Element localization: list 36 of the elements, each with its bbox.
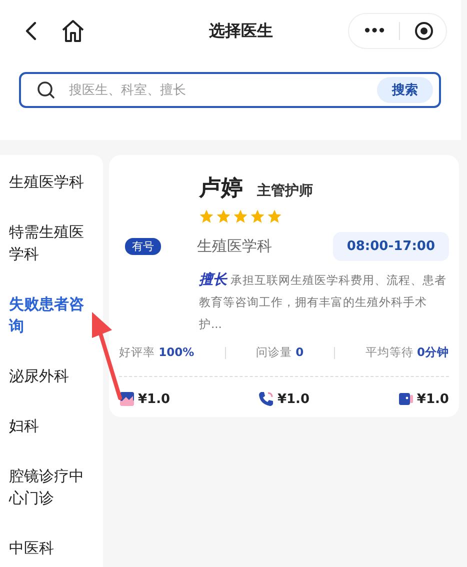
- star-icon: [216, 209, 231, 224]
- star-icon: [199, 209, 214, 224]
- department-item[interactable]: 失败患者咨询: [0, 279, 103, 351]
- star-icon: [267, 209, 282, 224]
- department-item[interactable]: 生殖医学科: [0, 157, 103, 207]
- doctor-name: 卢婷: [199, 175, 243, 203]
- search-field[interactable]: 搜医生、科室、擅长 搜索: [19, 72, 441, 108]
- star-icon: [233, 209, 248, 224]
- video-icon: [398, 391, 414, 407]
- search-icon: [37, 81, 55, 99]
- stat-text: 好评率 100%: [119, 345, 194, 360]
- search-button[interactable]: 搜索: [377, 77, 433, 103]
- more-button[interactable]: •••: [363, 24, 385, 38]
- star-icon: [250, 209, 265, 224]
- doctor-card[interactable]: 卢婷 主管护师 有号 生殖医学科 08:00-17:00 擅长 承担互联网生殖医学科费用、流程、患者教育等咨询工作，拥有丰富的生殖外科手术护... 好评率 100% 问诊量 0 平均等待 0分钟 ¥1.0 ¥1.0 ¥1.0: [109, 155, 459, 417]
- availability-badge: 有号: [125, 238, 161, 255]
- hours-tag: 08:00-17:00: [332, 232, 449, 261]
- department-item[interactable]: 泌尿外科: [0, 351, 103, 401]
- department-item[interactable]: 特需生殖医学科: [0, 207, 103, 279]
- page-title: 选择医生: [209, 20, 274, 42]
- back-icon[interactable]: [24, 21, 38, 41]
- doctor-title: 主管护师: [257, 182, 313, 200]
- department-item[interactable]: 腔镜诊疗中心门诊: [0, 451, 103, 523]
- specialty-text: 擅长 承担互联网生殖医学科费用、流程、患者教育等咨询工作，拥有丰富的生殖外科手术护...: [199, 270, 448, 333]
- image-consult-icon: [119, 391, 135, 407]
- price-text: ¥1.0: [416, 392, 449, 406]
- department-item[interactable]: 妇科: [0, 401, 103, 451]
- price-text: ¥1.0: [277, 392, 310, 406]
- stat-text: 问诊量 0: [256, 345, 304, 360]
- stat-text: 平均等待 0分钟: [365, 345, 449, 360]
- phone-icon: [258, 391, 274, 407]
- doctor-department: 生殖医学科: [197, 237, 273, 256]
- department-item[interactable]: 中医科: [0, 523, 103, 567]
- home-icon[interactable]: [60, 18, 86, 44]
- price-text: ¥1.0: [138, 392, 170, 406]
- close-icon[interactable]: [414, 21, 434, 41]
